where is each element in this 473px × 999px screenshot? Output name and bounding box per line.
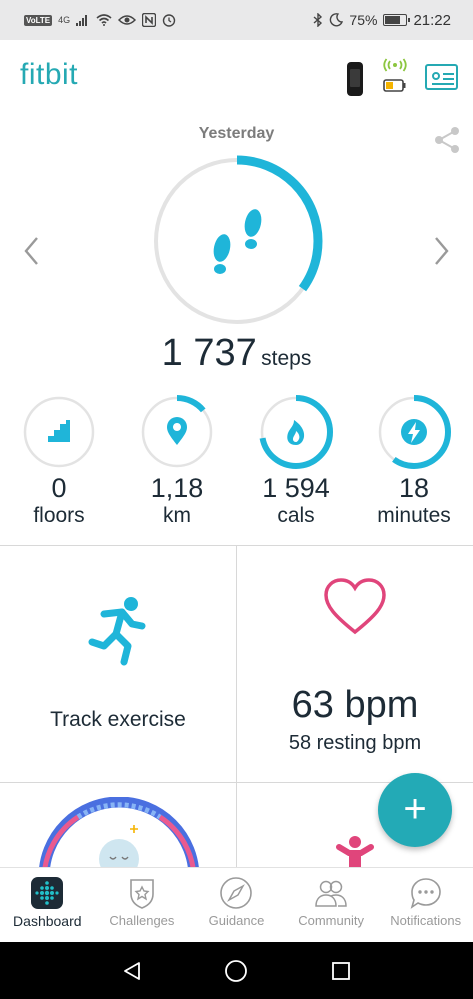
track-exercise-label: Track exercise — [50, 708, 186, 731]
nav-notifications[interactable]: Notifications — [378, 868, 473, 942]
community-icon — [315, 880, 347, 907]
nav-challenges[interactable]: Challenges — [95, 868, 190, 942]
challenges-icon — [130, 879, 154, 909]
steps-value: 1 737 — [161, 332, 257, 374]
calories-unit: cals — [277, 504, 315, 527]
floors-value: 0 — [51, 473, 67, 503]
status-bar: VoLTE 4G 75% 21:22 — [0, 0, 473, 40]
heart-icon — [324, 578, 386, 635]
volte-badge: VoLTE — [24, 14, 53, 26]
dashboard-icon — [31, 877, 64, 909]
resting-heart-rate: 58 resting bpm — [288, 732, 422, 754]
profile-card-icon[interactable] — [425, 64, 458, 90]
heart-rate-tile[interactable]: 63 bpm 58 resting bpm — [237, 546, 473, 783]
floors-progress-ring — [23, 396, 95, 468]
active-minutes-unit: minutes — [377, 504, 451, 527]
calories-progress-ring — [259, 395, 333, 469]
bluetooth-icon — [313, 13, 323, 27]
nav-guidance-label: Guidance — [208, 913, 265, 928]
distance-unit: km — [163, 504, 191, 527]
signal-icon — [76, 15, 88, 26]
nav-guidance[interactable]: Guidance — [189, 868, 284, 942]
floors-unit: floors — [33, 504, 85, 527]
stat-calories[interactable]: 1 594 cals — [241, 395, 351, 529]
bottom-nav: Dashboard Challenges Guidance Community … — [0, 867, 473, 942]
distance-value: 1,18 — [150, 473, 204, 503]
add-button[interactable]: + — [378, 773, 452, 847]
active-minutes-progress-ring — [377, 395, 451, 469]
standing-person-icon — [336, 836, 374, 868]
back-icon[interactable] — [121, 960, 143, 982]
stat-floors[interactable]: 0 floors — [4, 395, 114, 529]
moon-icon — [330, 13, 344, 27]
compass-icon — [220, 877, 253, 909]
wifi-icon — [96, 14, 112, 26]
stat-active-minutes[interactable]: 18 minutes — [359, 395, 469, 529]
next-day-arrow-icon[interactable] — [431, 235, 451, 267]
tracker-device-icon[interactable] — [344, 62, 366, 96]
system-nav-bar — [0, 942, 473, 999]
sleep-tile[interactable] — [0, 783, 237, 868]
nav-challenges-label: Challenges — [109, 913, 175, 928]
sleep-ring-icon — [39, 797, 199, 868]
stat-distance[interactable]: 1,18 km — [122, 395, 232, 529]
location-pin-icon — [167, 417, 187, 445]
clock: 21:22 — [413, 11, 451, 29]
distance-progress-ring — [140, 395, 214, 469]
battery-icon — [383, 14, 411, 26]
sync-battery-icon[interactable] — [383, 58, 407, 96]
active-minutes-value: 18 — [398, 473, 430, 503]
steps-progress-ring[interactable] — [149, 153, 325, 329]
running-person-icon — [88, 597, 146, 666]
steps-summary[interactable]: 1 737 steps — [0, 332, 473, 375]
calories-value: 1 594 — [262, 473, 330, 503]
nav-community[interactable]: Community — [284, 868, 379, 942]
nav-dashboard[interactable]: Dashboard — [0, 868, 95, 942]
app-bar: fitbit — [0, 40, 473, 118]
nav-notifications-label: Notifications — [390, 913, 462, 928]
battery-percent: 75% — [349, 12, 378, 28]
period-label[interactable]: Yesterday — [0, 125, 473, 143]
notifications-icon — [410, 878, 441, 909]
nav-dashboard-label: Dashboard — [13, 913, 82, 929]
recents-icon[interactable] — [330, 960, 352, 982]
flame-icon — [287, 420, 305, 445]
steps-unit: steps — [261, 347, 312, 370]
nfc-icon — [142, 13, 157, 27]
stairs-icon — [48, 420, 70, 442]
previous-day-arrow-icon[interactable] — [22, 235, 42, 267]
heart-rate-value: 63 bpm — [291, 684, 419, 726]
network-label: 4G — [58, 15, 71, 25]
alarm-icon — [162, 14, 176, 27]
track-exercise-tile[interactable]: Track exercise — [0, 546, 237, 783]
footprints-icon — [213, 209, 262, 274]
fitbit-logo: fitbit — [20, 58, 79, 91]
nav-community-label: Community — [298, 913, 364, 928]
home-icon[interactable] — [224, 959, 248, 983]
share-icon[interactable] — [432, 125, 462, 155]
eye-icon — [118, 15, 137, 25]
